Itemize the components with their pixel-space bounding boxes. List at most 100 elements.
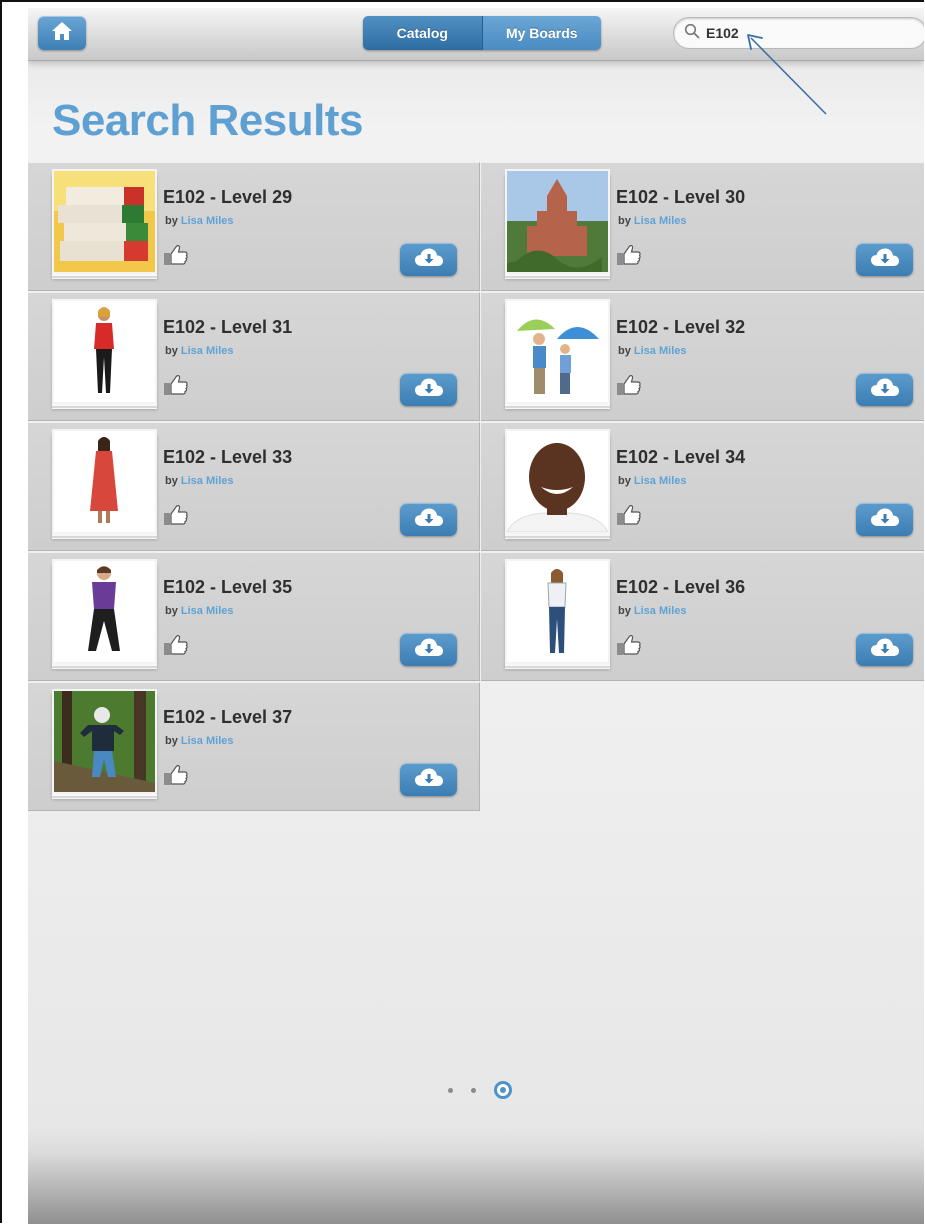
cloud-download-icon <box>870 507 900 532</box>
page-dot-2[interactable] <box>471 1087 476 1093</box>
board-title: E102 - Level 34 <box>616 447 746 467</box>
by-label: by <box>618 215 631 227</box>
by-label: by <box>618 475 631 487</box>
board-title: E102 - Level 29 <box>163 187 293 207</box>
board-byline: by Lisa Miles <box>165 215 233 227</box>
board-title: E102 - Level 35 <box>163 577 293 597</box>
child-outdoors-thumbnail[interactable] <box>52 689 157 794</box>
boy-purple-shirt-thumbnail[interactable] <box>52 559 157 664</box>
cloud-download-icon <box>414 507 444 532</box>
author-link[interactable]: Lisa Miles <box>634 345 687 357</box>
girl-jeans-thumbnail[interactable] <box>505 559 610 664</box>
result-card-5[interactable]: E102 - Level 33 by Lisa Miles <box>28 422 480 551</box>
like-button[interactable] <box>162 503 190 527</box>
author-link[interactable]: Lisa Miles <box>181 735 234 747</box>
like-button[interactable] <box>162 763 190 787</box>
board-title: E102 - Level 36 <box>616 577 746 597</box>
download-button[interactable] <box>400 373 457 406</box>
tab-catalog[interactable]: Catalog <box>363 16 483 50</box>
thumbs-up-icon <box>162 375 190 401</box>
board-title: E102 - Level 31 <box>163 317 293 337</box>
woman-red-top-thumbnail[interactable] <box>52 299 157 404</box>
cloud-download-icon <box>870 377 900 402</box>
by-label: by <box>165 345 178 357</box>
by-label: by <box>165 215 178 227</box>
by-label: by <box>165 735 178 747</box>
result-card-2[interactable]: E102 - Level 30 by Lisa Miles <box>481 162 924 291</box>
like-button[interactable] <box>615 243 643 267</box>
download-button[interactable] <box>400 243 457 276</box>
author-link[interactable]: Lisa Miles <box>634 215 687 227</box>
cloud-download-icon <box>414 767 444 792</box>
smiling-man-thumbnail[interactable] <box>505 429 610 534</box>
thumbs-up-icon <box>615 505 643 531</box>
cloud-download-icon <box>414 377 444 402</box>
board-byline: by Lisa Miles <box>618 215 686 227</box>
download-button[interactable] <box>856 243 913 276</box>
thumbs-up-icon <box>162 505 190 531</box>
author-link[interactable]: Lisa Miles <box>634 475 687 487</box>
cloud-download-icon <box>870 247 900 272</box>
cloud-download-icon <box>414 637 444 662</box>
thumbs-up-icon <box>162 635 190 661</box>
download-button[interactable] <box>856 373 913 406</box>
board-title: E102 - Level 30 <box>616 187 746 207</box>
by-label: by <box>618 345 631 357</box>
woman-red-dress-thumbnail[interactable] <box>52 429 157 534</box>
result-card-7[interactable]: E102 - Level 35 by Lisa Miles <box>28 552 480 681</box>
download-button[interactable] <box>400 763 457 796</box>
by-label: by <box>165 475 178 487</box>
thumbs-up-icon <box>615 375 643 401</box>
result-card-1[interactable]: E102 - Level 29 by Lisa Miles <box>28 162 480 291</box>
cloud-download-icon <box>414 247 444 272</box>
like-button[interactable] <box>162 633 190 657</box>
search-field[interactable]: E102 <box>673 17 924 49</box>
thumbs-up-icon <box>162 765 190 791</box>
like-button[interactable] <box>615 503 643 527</box>
board-byline: by Lisa Miles <box>165 475 233 487</box>
board-byline: by Lisa Miles <box>618 345 686 357</box>
board-byline: by Lisa Miles <box>165 605 233 617</box>
page-indicator <box>448 1081 512 1099</box>
search-query[interactable]: E102 <box>706 25 739 41</box>
author-link[interactable]: Lisa Miles <box>181 345 234 357</box>
result-card-3[interactable]: E102 - Level 31 by Lisa Miles <box>28 292 480 421</box>
home-button[interactable] <box>38 16 86 50</box>
thumbs-up-icon <box>615 245 643 271</box>
bottom-shade <box>28 1154 924 1224</box>
top-toolbar: Catalog My Boards E102 <box>28 8 924 61</box>
thumbs-up-icon <box>162 245 190 271</box>
like-button[interactable] <box>615 373 643 397</box>
search-icon <box>684 23 700 44</box>
page-dot-3-current[interactable] <box>494 1081 512 1099</box>
result-card-6[interactable]: E102 - Level 34 by Lisa Miles <box>481 422 924 551</box>
result-card-9[interactable]: E102 - Level 37 by Lisa Miles <box>28 682 480 811</box>
download-button[interactable] <box>856 503 913 536</box>
board-title: E102 - Level 37 <box>163 707 293 727</box>
result-card-8[interactable]: E102 - Level 36 by Lisa Miles <box>481 552 924 681</box>
board-byline: by Lisa Miles <box>618 475 686 487</box>
by-label: by <box>618 605 631 617</box>
page-title: Search Results <box>52 96 363 145</box>
like-button[interactable] <box>162 373 190 397</box>
author-link[interactable]: Lisa Miles <box>181 215 234 227</box>
author-link[interactable]: Lisa Miles <box>634 605 687 617</box>
download-button[interactable] <box>400 503 457 536</box>
binders-thumbnail[interactable] <box>52 169 157 274</box>
page-dot-1[interactable] <box>448 1087 453 1093</box>
board-byline: by Lisa Miles <box>165 345 233 357</box>
author-link[interactable]: Lisa Miles <box>181 475 234 487</box>
like-button[interactable] <box>615 633 643 657</box>
author-link[interactable]: Lisa Miles <box>181 605 234 617</box>
by-label: by <box>165 605 178 617</box>
temple-thumbnail[interactable] <box>505 169 610 274</box>
app-window: Catalog My Boards E102 Search Results E1… <box>28 8 924 1224</box>
like-button[interactable] <box>162 243 190 267</box>
cloud-download-icon <box>870 637 900 662</box>
download-button[interactable] <box>856 633 913 666</box>
result-card-4[interactable]: E102 - Level 32 by Lisa Miles <box>481 292 924 421</box>
download-button[interactable] <box>400 633 457 666</box>
home-icon <box>50 20 74 47</box>
tab-my-boards[interactable]: My Boards <box>482 16 601 50</box>
kids-umbrellas-thumbnail[interactable] <box>505 299 610 404</box>
